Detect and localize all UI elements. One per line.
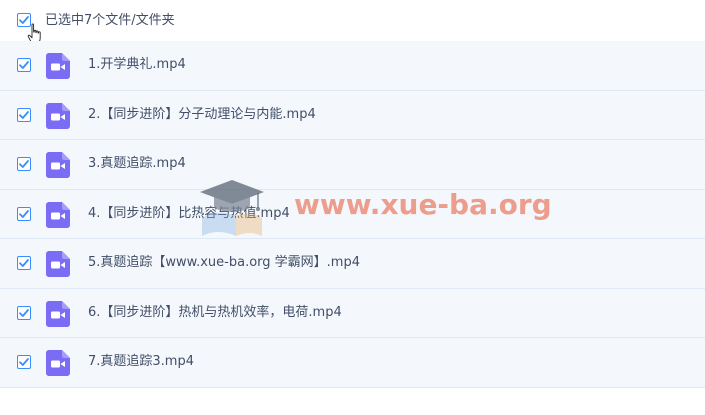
file-row[interactable]: 5.真题追踪【www.xue-ba.org 学霸网】.mp4 [0, 239, 705, 289]
file-name[interactable]: 1.开学典礼.mp4 [88, 56, 186, 74]
checkmark-icon [19, 308, 29, 317]
file-checkbox[interactable] [17, 107, 31, 122]
file-row[interactable]: 4.【同步进阶】比热容与热值.mp4 [0, 189, 705, 239]
checkmark-icon [19, 209, 29, 218]
video-file-icon [46, 102, 70, 129]
file-name[interactable]: 3.真题追踪.mp4 [88, 155, 186, 173]
file-checkbox[interactable] [17, 355, 31, 369]
checkmark-icon [19, 61, 29, 69]
file-checkbox[interactable] [17, 256, 31, 270]
selection-count-text: 已选中7个文件/文件夹 [45, 13, 175, 28]
file-row[interactable]: 7.真题追踪3.mp4 [0, 338, 705, 388]
video-file-icon [46, 251, 70, 277]
video-file-icon [46, 350, 70, 376]
file-checkbox[interactable] [17, 305, 31, 320]
file-checkbox[interactable] [17, 157, 31, 171]
file-row[interactable]: 2.【同步进阶】分子动理论与内能.mp4 [0, 90, 705, 140]
video-file-icon [46, 152, 70, 178]
file-name[interactable]: 2.【同步进阶】分子动理论与内能.mp4 [88, 106, 316, 124]
file-name[interactable]: 7.真题追踪3.mp4 [88, 353, 194, 371]
file-row[interactable]: 1.开学典礼.mp4 [0, 41, 705, 91]
checkmark-icon [19, 110, 29, 119]
file-selection-page: 已选中7个文件/文件夹 1.开学典礼.mp4 2.【同步进阶】分子动理论与内能.… [0, 0, 705, 415]
file-row[interactable]: 3.真题追踪.mp4 [0, 140, 705, 190]
file-list: 1.开学典礼.mp4 2.【同步进阶】分子动理论与内能.mp4 3.真题追踪.m… [0, 41, 705, 388]
video-file-icon [46, 201, 70, 228]
file-name[interactable]: 6.【同步进阶】热机与热机效率，电荷.mp4 [88, 304, 342, 322]
video-file-icon [46, 300, 70, 327]
checkmark-icon [19, 160, 29, 168]
checkmark-icon [19, 259, 29, 267]
file-checkbox[interactable] [17, 206, 31, 221]
video-file-icon [46, 53, 70, 79]
file-name[interactable]: 5.真题追踪【www.xue-ba.org 学霸网】.mp4 [88, 254, 360, 272]
checkmark-icon [19, 358, 29, 366]
file-name[interactable]: 4.【同步进阶】比热容与热值.mp4 [88, 205, 290, 223]
file-checkbox[interactable] [17, 58, 31, 72]
file-row[interactable]: 6.【同步进阶】热机与热机效率，电荷.mp4 [0, 288, 705, 338]
selection-header: 已选中7个文件/文件夹 [0, 0, 705, 44]
